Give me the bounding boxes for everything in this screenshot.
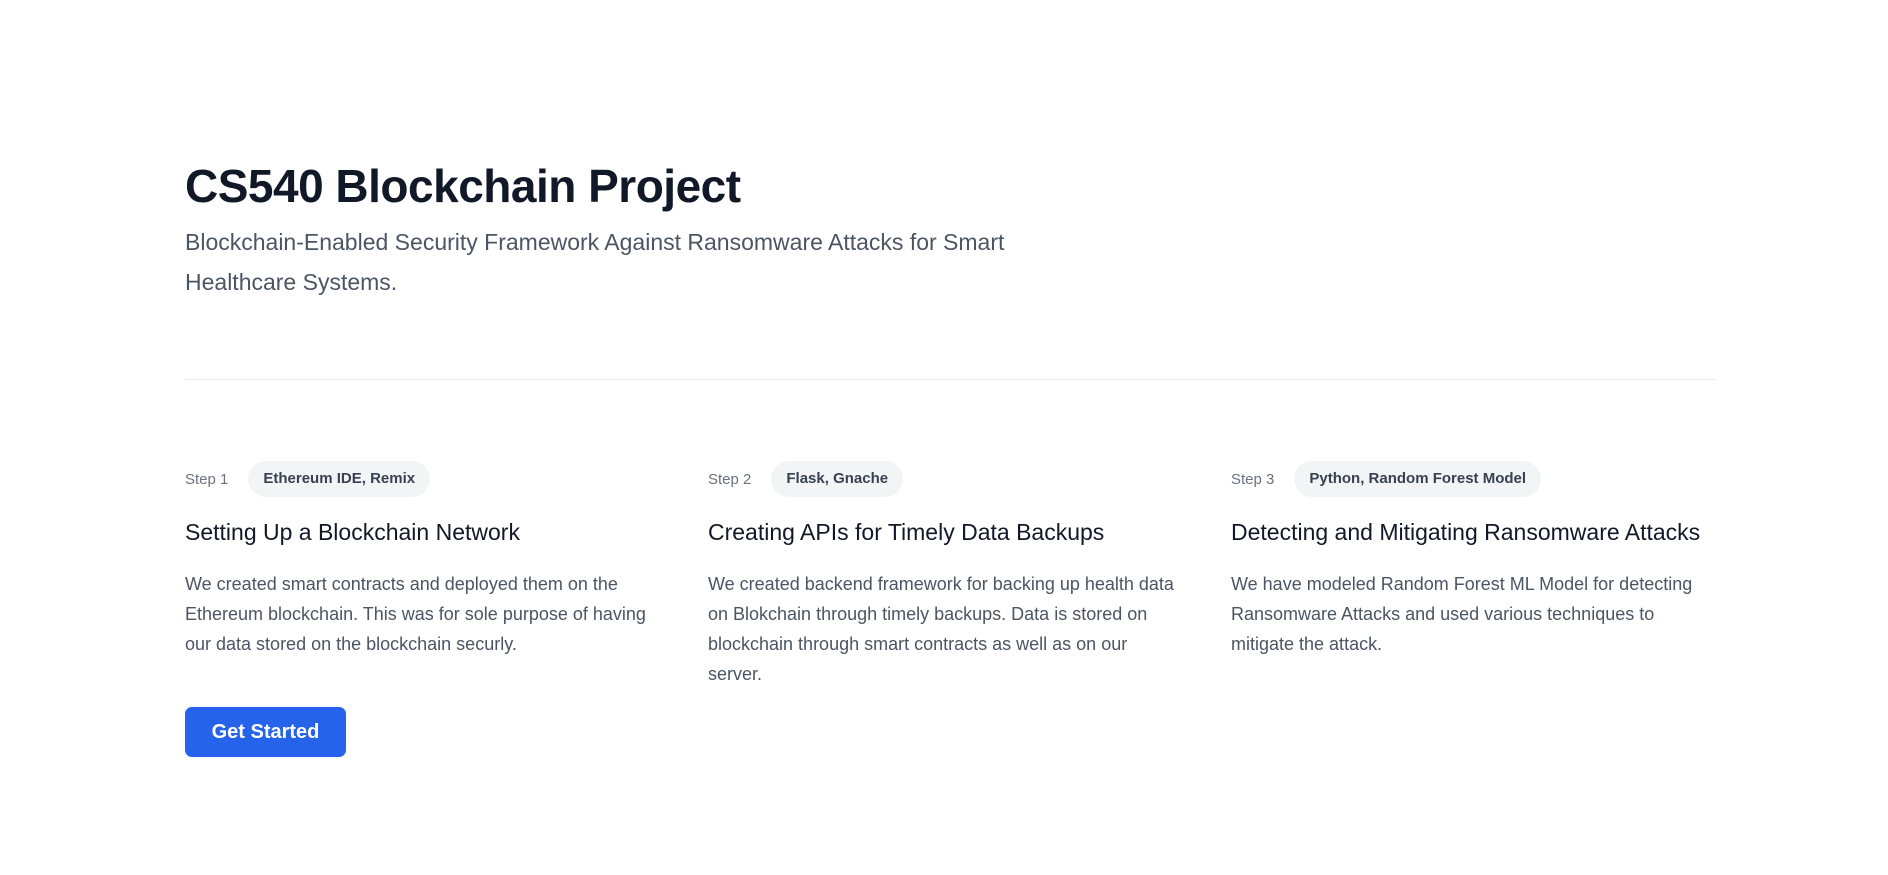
steps-section: Step 1 Ethereum IDE, Remix Setting Up a … <box>185 460 1715 689</box>
step-header: Step 2 Flask, Gnache <box>708 460 1185 498</box>
step-title: Detecting and Mitigating Ransomware Atta… <box>1231 519 1701 545</box>
tech-tag: Python, Random Forest Model <box>1294 461 1542 497</box>
step-header: Step 1 Ethereum IDE, Remix <box>185 460 662 498</box>
tech-tag: Flask, Gnache <box>771 461 904 497</box>
step-description: We have modeled Random Forest ML Model f… <box>1231 574 1693 654</box>
step-title: Setting Up a Blockchain Network <box>185 519 520 545</box>
step-description: We created backend framework for backing… <box>708 574 1174 684</box>
step-label: Step 1 <box>185 470 229 488</box>
step-card-3: Step 3 Python, Random Forest Model Detec… <box>1231 460 1708 689</box>
step-description: We created smart contracts and deployed … <box>185 574 646 654</box>
get-started-button[interactable]: Get Started <box>185 707 346 757</box>
step-header: Step 3 Python, Random Forest Model <box>1231 460 1708 498</box>
step-card-2: Step 2 Flask, Gnache Creating APIs for T… <box>708 460 1185 689</box>
step-label: Step 2 <box>708 470 752 488</box>
page-title: CS540 Blockchain Project <box>185 160 741 212</box>
step-title: Creating APIs for Timely Data Backups <box>708 519 1105 545</box>
section-divider <box>185 379 1715 380</box>
tech-tag: Ethereum IDE, Remix <box>248 461 431 497</box>
hero-section: CS540 Blockchain Project Blockchain-Enab… <box>185 158 1715 302</box>
page-subtitle: Blockchain-Enabled Security Framework Ag… <box>185 229 1005 295</box>
step-card-1: Step 1 Ethereum IDE, Remix Setting Up a … <box>185 460 662 689</box>
step-label: Step 3 <box>1231 470 1275 488</box>
